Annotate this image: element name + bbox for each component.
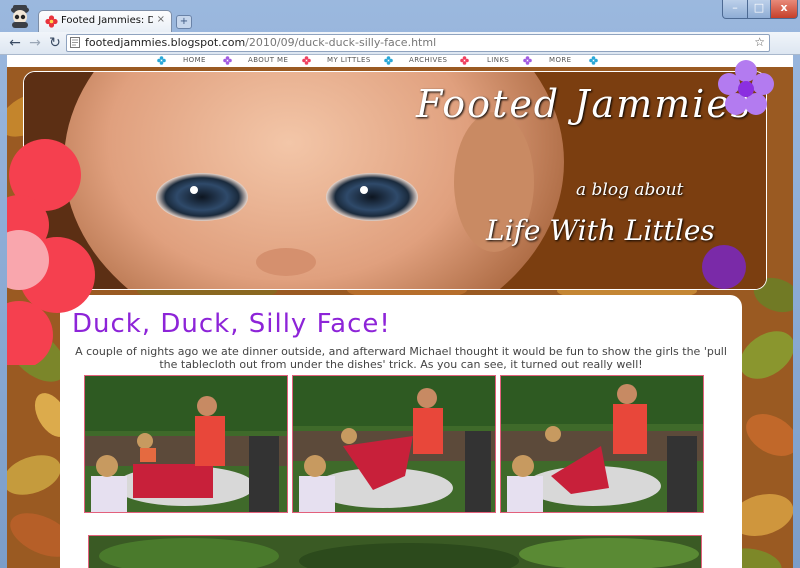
nav-item-about-me[interactable]: ABOUT ME bbox=[248, 56, 288, 64]
blog-title: Footed Jammies bbox=[416, 82, 753, 126]
post-photo-3[interactable] bbox=[500, 375, 704, 513]
nav-item-archives[interactable]: ARCHIVES bbox=[409, 56, 447, 64]
flower-icon bbox=[589, 56, 598, 65]
reload-button[interactable]: ↻ bbox=[46, 34, 64, 52]
url-text: footedjammies.blogspot.com/2010/09/duck-… bbox=[85, 36, 436, 49]
maximize-button[interactable]: □ bbox=[747, 0, 771, 19]
post-body: A couple of nights ago we ate dinner out… bbox=[75, 345, 727, 371]
url-host: footedjammies.blogspot.com bbox=[85, 36, 246, 49]
url-path: /2010/09/duck-duck-silly-face.html bbox=[245, 36, 437, 49]
post-photo-4[interactable] bbox=[88, 535, 702, 568]
close-window-button[interactable]: x bbox=[770, 0, 798, 19]
page-viewport: HOME ABOUT ME MY LITTLES ARCHIVES LINKS … bbox=[7, 55, 793, 568]
browser-window: Footed Jammies: Duck, D... × + – □ x ← →… bbox=[0, 0, 800, 568]
blog-tagline-2: Life With Littles bbox=[486, 214, 715, 247]
flower-icon bbox=[523, 56, 532, 65]
incognito-icon bbox=[11, 5, 29, 28]
nav-item-my-littles[interactable]: MY LITTLES bbox=[327, 56, 371, 64]
minimize-button[interactable]: – bbox=[722, 0, 748, 19]
forward-button[interactable]: → bbox=[26, 34, 44, 52]
tab-title: Footed Jammies: Duck, D... bbox=[61, 15, 153, 26]
page-icon bbox=[70, 37, 80, 48]
tab-close-button[interactable]: × bbox=[157, 14, 165, 25]
blog-nav-bar: HOME ABOUT ME MY LITTLES ARCHIVES LINKS … bbox=[7, 55, 793, 67]
flower-icon bbox=[384, 56, 393, 65]
nav-item-more[interactable]: MORE bbox=[549, 56, 571, 64]
blog-post: Duck, Duck, Silly Face! A couple of nigh… bbox=[60, 295, 742, 568]
title-bar: Footed Jammies: Duck, D... × + – □ x bbox=[0, 0, 800, 33]
nav-item-links[interactable]: LINKS bbox=[487, 56, 509, 64]
purple-flower-icon bbox=[718, 60, 774, 115]
browser-toolbar: ← → ↻ footedjammies.blogspot.com/2010/09… bbox=[0, 32, 800, 82]
flower-icon bbox=[302, 56, 311, 65]
post-photo-1[interactable] bbox=[84, 375, 288, 513]
post-title[interactable]: Duck, Duck, Silly Face! bbox=[72, 309, 391, 339]
address-bar[interactable]: footedjammies.blogspot.com/2010/09/duck-… bbox=[66, 34, 770, 52]
back-button[interactable]: ← bbox=[6, 34, 24, 52]
new-tab-button[interactable]: + bbox=[176, 15, 192, 29]
nav-item-home[interactable]: HOME bbox=[183, 56, 206, 64]
bookmark-star-icon[interactable]: ☆ bbox=[754, 35, 765, 49]
post-photo-2[interactable] bbox=[292, 375, 496, 513]
blog-tagline: a blog about bbox=[576, 180, 684, 200]
flower-icon bbox=[157, 56, 166, 65]
tab-active[interactable]: Footed Jammies: Duck, D... × bbox=[38, 10, 172, 33]
flower-icon bbox=[460, 56, 469, 65]
flower-favicon-icon bbox=[45, 15, 58, 28]
flower-icon bbox=[223, 56, 232, 65]
red-flower-icon bbox=[7, 139, 95, 365]
blog-header-banner[interactable]: Footed Jammies a blog about Life With Li… bbox=[23, 71, 767, 290]
